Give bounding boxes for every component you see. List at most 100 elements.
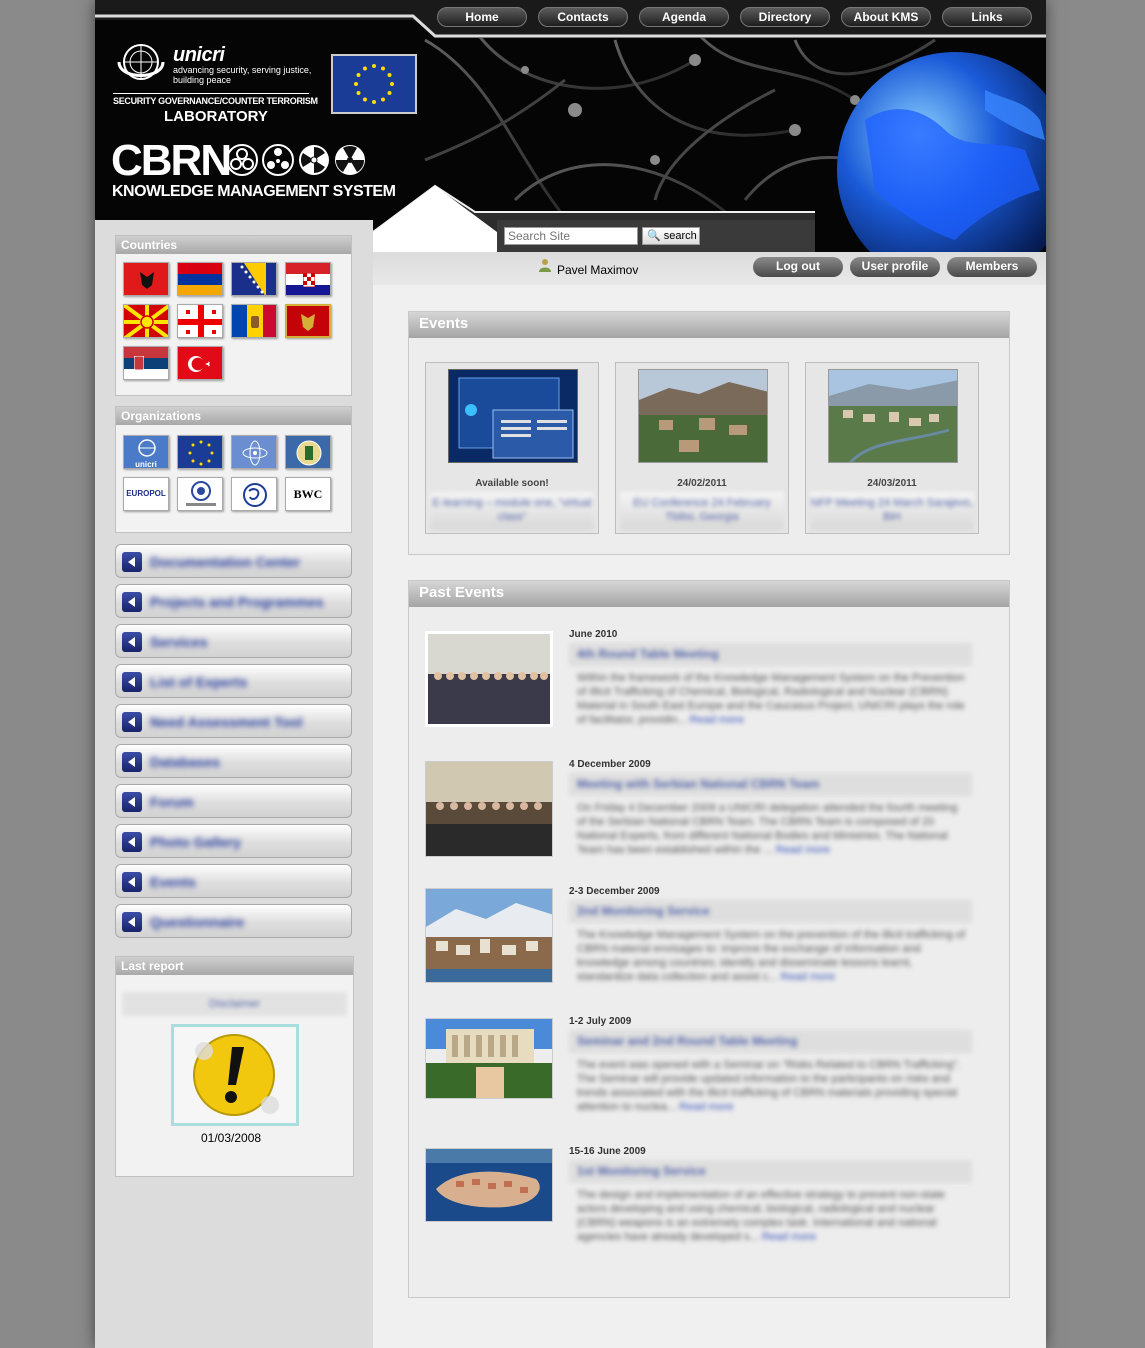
past-event-image[interactable] — [425, 761, 553, 857]
past-event-title[interactable]: Seminar and 2nd Round Table Meeting — [569, 1030, 972, 1053]
cbrn-title: CBRN — [111, 136, 232, 185]
arrow-left-icon — [122, 672, 142, 692]
read-more-link[interactable]: Read more — [776, 844, 830, 856]
menu-events[interactable]: Events — [115, 864, 352, 898]
read-more-link[interactable]: Read more — [781, 971, 835, 983]
event-title[interactable]: E-learning – module one, “virtual class” — [430, 492, 594, 530]
site-header: Home Contacts Agenda Directory About KMS… — [95, 0, 1046, 252]
search-input[interactable] — [504, 227, 638, 245]
eu-flag-logo[interactable] — [331, 54, 417, 114]
wco-emblem-icon — [186, 481, 216, 506]
events-panel: Events Available soon! E-learning – modu… — [408, 311, 1010, 555]
past-event-date: 2-3 December 2009 — [569, 886, 660, 897]
flag-montenegro[interactable] — [285, 304, 331, 338]
past-event-title[interactable]: 1st Monitoring Service — [569, 1160, 972, 1183]
menu-list-of-experts[interactable]: List of Experts — [115, 664, 352, 698]
logout-button[interactable]: Log out — [753, 257, 843, 277]
menu-documentation-center[interactable]: Documentation Center — [115, 544, 352, 578]
read-more-link[interactable]: Read more — [762, 1231, 816, 1243]
flag-moldova[interactable] — [231, 304, 277, 338]
header-divider — [113, 93, 309, 94]
nav-contacts[interactable]: Contacts — [538, 7, 628, 27]
nav-about-kms[interactable]: About KMS — [841, 7, 931, 27]
flag-armenia[interactable] — [177, 262, 223, 296]
menu-photo-gallery[interactable]: Photo Gallery — [115, 824, 352, 858]
un-emblem-icon[interactable] — [113, 40, 169, 88]
org-unicri[interactable]: unicri — [123, 435, 169, 469]
menu-questionnaire[interactable]: Questionnaire — [115, 904, 352, 938]
event-title[interactable]: NFP Meeting 24 March Sarajevo, BiH — [810, 492, 974, 530]
menu-databases[interactable]: Databases — [115, 744, 352, 778]
past-event-summary: The event was opened with a Seminar on “… — [577, 1059, 961, 1113]
past-event-image[interactable] — [425, 888, 553, 983]
lab-title-line1: SECURITY GOVERNANCE/COUNTER TERRORISM — [113, 96, 318, 106]
org-eu[interactable] — [177, 435, 223, 469]
past-event-date: June 2010 — [569, 629, 618, 640]
flag-serbia[interactable] — [123, 346, 169, 380]
read-more-link[interactable]: Read more — [690, 714, 744, 726]
read-more-link[interactable]: Read more — [679, 1101, 733, 1113]
event-title[interactable]: EU Conference 24 February Tbilisi, Georg… — [620, 492, 784, 530]
org-iaea[interactable] — [231, 435, 277, 469]
past-event-title[interactable]: 2nd Monitoring Service — [569, 900, 972, 923]
report-link[interactable]: Disclaimer — [122, 992, 347, 1016]
past-event-title[interactable]: 4th Round Table Meeting — [569, 643, 972, 666]
kms-subtitle: KNOWLEDGE MANAGEMENT SYSTEM — [112, 183, 396, 200]
org-bwc[interactable]: BWC — [285, 477, 331, 511]
menu-forum[interactable]: Forum — [115, 784, 352, 818]
search-button[interactable]: 🔍 search — [642, 227, 700, 245]
organizations-title: Organizations — [116, 407, 351, 425]
unicri-logo-text: unicri — [173, 44, 225, 66]
past-event-image[interactable] — [425, 631, 553, 727]
nav-directory[interactable]: Directory — [740, 7, 830, 27]
nav-home[interactable]: Home — [437, 7, 527, 27]
radiation-icon — [299, 145, 329, 175]
event-card[interactable]: 24/03/2011 NFP Meeting 24 March Sarajevo… — [805, 362, 979, 534]
past-event-date: 1-2 July 2009 — [569, 1016, 632, 1027]
nav-agenda[interactable]: Agenda — [639, 7, 729, 27]
org-opcw[interactable] — [285, 435, 331, 469]
event-image — [828, 369, 958, 463]
flag-croatia[interactable] — [285, 262, 331, 296]
past-event-summary: The design and implementation of an effe… — [577, 1189, 945, 1243]
past-event-summary: On Friday 4 December 2009 a UNICRI deleg… — [577, 802, 958, 856]
past-event-title[interactable]: Meeting with Serbian National CBRN Team — [569, 773, 972, 796]
org-coe[interactable] — [231, 477, 277, 511]
past-events-panel: Past Events June 2010 4th Round Table Me… — [408, 580, 1010, 1298]
arrow-left-icon — [122, 792, 142, 812]
flag-georgia[interactable] — [177, 304, 223, 338]
left-sidebar: Countries Organizations unicri EUROPOL B… — [95, 220, 373, 1348]
event-date: 24/03/2011 — [867, 478, 917, 489]
nav-links[interactable]: Links — [942, 7, 1032, 27]
countries-panel: Countries — [115, 235, 352, 396]
flag-albania[interactable] — [123, 262, 169, 296]
countries-title: Countries — [116, 236, 351, 254]
event-date: Available soon! — [475, 478, 549, 489]
past-event-image[interactable] — [425, 1018, 553, 1099]
menu-services[interactable]: Services — [115, 624, 352, 658]
eu-stars-icon — [354, 64, 394, 104]
flag-turkey[interactable] — [177, 346, 223, 380]
past-event-date: 4 December 2009 — [569, 759, 651, 770]
past-event-image[interactable] — [425, 1148, 553, 1222]
flag-macedonia[interactable] — [123, 304, 169, 338]
user-name: Pavel Maximov — [557, 263, 639, 277]
menu-need-assessment-tool[interactable]: Need Assessment Tool — [115, 704, 352, 738]
org-wco[interactable] — [177, 477, 223, 511]
arrow-left-icon — [122, 912, 142, 932]
menu-projects-programmes[interactable]: Projects and Programmes — [115, 584, 352, 618]
opcw-emblem-icon — [296, 440, 322, 466]
flag-bosnia[interactable] — [231, 262, 277, 296]
members-button[interactable]: Members — [947, 257, 1037, 277]
organizations-panel: Organizations unicri EUROPOL BWC — [115, 406, 352, 533]
last-report-panel: Last report Disclaimer 01/03/2008 — [115, 956, 354, 1177]
magnifier-icon: 🔍 — [647, 230, 661, 242]
event-image — [448, 369, 578, 463]
user-profile-button[interactable]: User profile — [850, 257, 940, 277]
header-banner-image — [95, 0, 1046, 252]
report-thumbnail[interactable] — [171, 1024, 299, 1126]
arrow-left-icon — [122, 552, 142, 572]
event-card[interactable]: 24/02/2011 EU Conference 24 February Tbi… — [615, 362, 789, 534]
event-card[interactable]: Available soon! E-learning – module one,… — [425, 362, 599, 534]
org-europol[interactable]: EUROPOL — [123, 477, 169, 511]
